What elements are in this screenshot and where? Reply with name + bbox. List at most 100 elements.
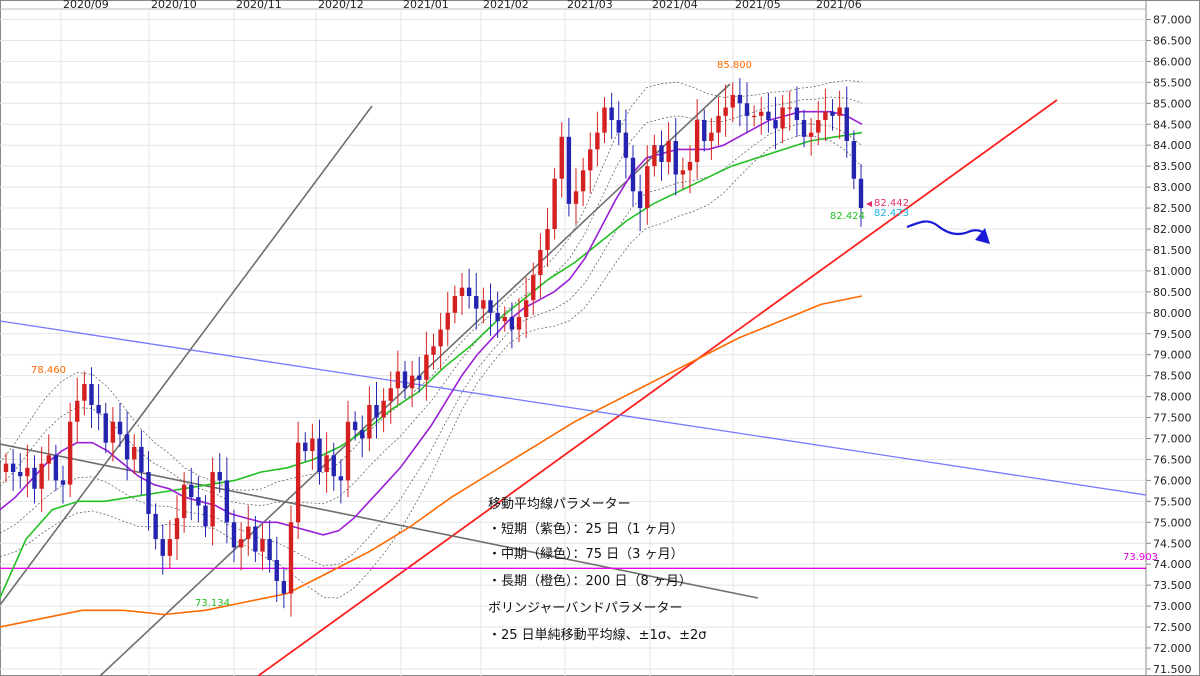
y-tick-label: 82.000 xyxy=(1153,223,1192,236)
candle-body xyxy=(545,229,550,250)
candle xyxy=(324,432,329,493)
candle xyxy=(459,272,465,315)
candle-body xyxy=(18,472,23,477)
candle xyxy=(160,524,165,575)
candle xyxy=(153,503,158,550)
candle-body xyxy=(531,275,536,301)
candle xyxy=(146,451,151,531)
candle-body xyxy=(516,316,522,330)
candle-body xyxy=(153,513,158,540)
candle xyxy=(602,97,607,144)
candle-body xyxy=(295,442,301,523)
candle xyxy=(616,101,621,146)
candle xyxy=(751,105,757,127)
y-tick-label: 83.500 xyxy=(1153,160,1192,173)
y-tick-label: 74.500 xyxy=(1153,537,1192,550)
candle-body xyxy=(267,539,272,561)
candle-body xyxy=(552,178,557,229)
y-tick-label: 78.000 xyxy=(1153,391,1192,404)
candle xyxy=(53,444,59,491)
x-tick-label: 2020/12 xyxy=(318,0,364,11)
candle-body xyxy=(181,484,187,519)
candle xyxy=(267,520,272,573)
candle-body xyxy=(317,438,322,473)
candle xyxy=(67,402,73,498)
note-line: ボリンジャーバンドパラメーター xyxy=(488,601,682,616)
candle-body xyxy=(751,115,757,118)
annotation-horizontal-line: 73.903 xyxy=(1123,552,1158,563)
candle-body xyxy=(438,329,443,347)
candle xyxy=(345,400,351,498)
candle-body xyxy=(680,170,686,175)
candle-body xyxy=(780,107,785,129)
candle-body xyxy=(538,249,543,276)
candle-body xyxy=(580,170,586,192)
y-tick-label: 77.500 xyxy=(1153,412,1192,425)
candle-body xyxy=(388,388,393,401)
candle-body xyxy=(673,141,678,175)
candle xyxy=(103,402,108,454)
y-tick-label: 72.500 xyxy=(1153,621,1192,634)
candle-body xyxy=(46,455,51,464)
candle xyxy=(253,516,258,563)
y-tick-label: 73.000 xyxy=(1153,600,1192,613)
candle-body xyxy=(830,111,835,116)
candle-body xyxy=(25,467,30,477)
candle xyxy=(438,312,443,370)
candle xyxy=(381,388,386,433)
candle-body xyxy=(103,413,108,443)
candle xyxy=(3,453,9,483)
candle xyxy=(189,467,194,521)
note-line: 移動平均線パラメーター xyxy=(488,496,631,512)
candle-body xyxy=(331,455,336,477)
candle xyxy=(773,97,778,150)
y-tick-label: 83.000 xyxy=(1153,181,1192,194)
candle-body xyxy=(559,136,564,179)
candle xyxy=(231,509,237,563)
candle xyxy=(652,134,657,177)
candle xyxy=(573,168,579,225)
candle-body xyxy=(32,467,37,489)
last-price-marker-icon xyxy=(866,201,872,207)
annotation-high: 85.800 xyxy=(717,60,752,71)
candle-body xyxy=(766,111,771,121)
candle-body xyxy=(816,120,821,133)
candle-body xyxy=(837,107,842,116)
candle xyxy=(374,381,379,439)
candle-body xyxy=(623,132,629,158)
candle-body xyxy=(374,404,379,418)
candle-body xyxy=(67,421,73,485)
candle xyxy=(502,306,507,332)
candle xyxy=(538,233,543,299)
candle xyxy=(844,86,849,158)
candle-body xyxy=(573,191,579,204)
x-tick-label: 2021/01 xyxy=(403,0,449,11)
candle-body xyxy=(260,539,265,552)
candle-body xyxy=(702,120,707,142)
candle-body xyxy=(402,371,408,389)
y-tick-label: 75.000 xyxy=(1153,516,1192,529)
parameter-notes: 移動平均線パラメーター・短期（紫色）：25 日（1 ヶ月） ・中期（緑色）：75 … xyxy=(488,496,706,643)
candle-body xyxy=(595,132,600,150)
x-tick-label: 2021/04 xyxy=(652,0,698,11)
candle-body xyxy=(481,300,486,309)
candle xyxy=(224,457,230,544)
candle-body xyxy=(395,371,401,389)
candle xyxy=(274,536,279,602)
candle xyxy=(523,277,529,338)
candle-body xyxy=(160,539,165,556)
candle-body xyxy=(466,287,472,297)
candle xyxy=(659,130,664,181)
candle xyxy=(117,402,123,447)
candle xyxy=(694,99,700,179)
x-tick-label: 2021/05 xyxy=(735,0,781,11)
y-tick-label: 72.000 xyxy=(1153,642,1192,655)
candle xyxy=(830,99,835,131)
candle-body xyxy=(367,404,372,439)
candle-body xyxy=(338,476,344,481)
forecast-arrow-icon xyxy=(906,220,985,236)
y-tick-label: 84.500 xyxy=(1153,118,1192,131)
candle-body xyxy=(381,400,386,418)
candle-body xyxy=(424,354,429,380)
candle xyxy=(680,157,686,190)
